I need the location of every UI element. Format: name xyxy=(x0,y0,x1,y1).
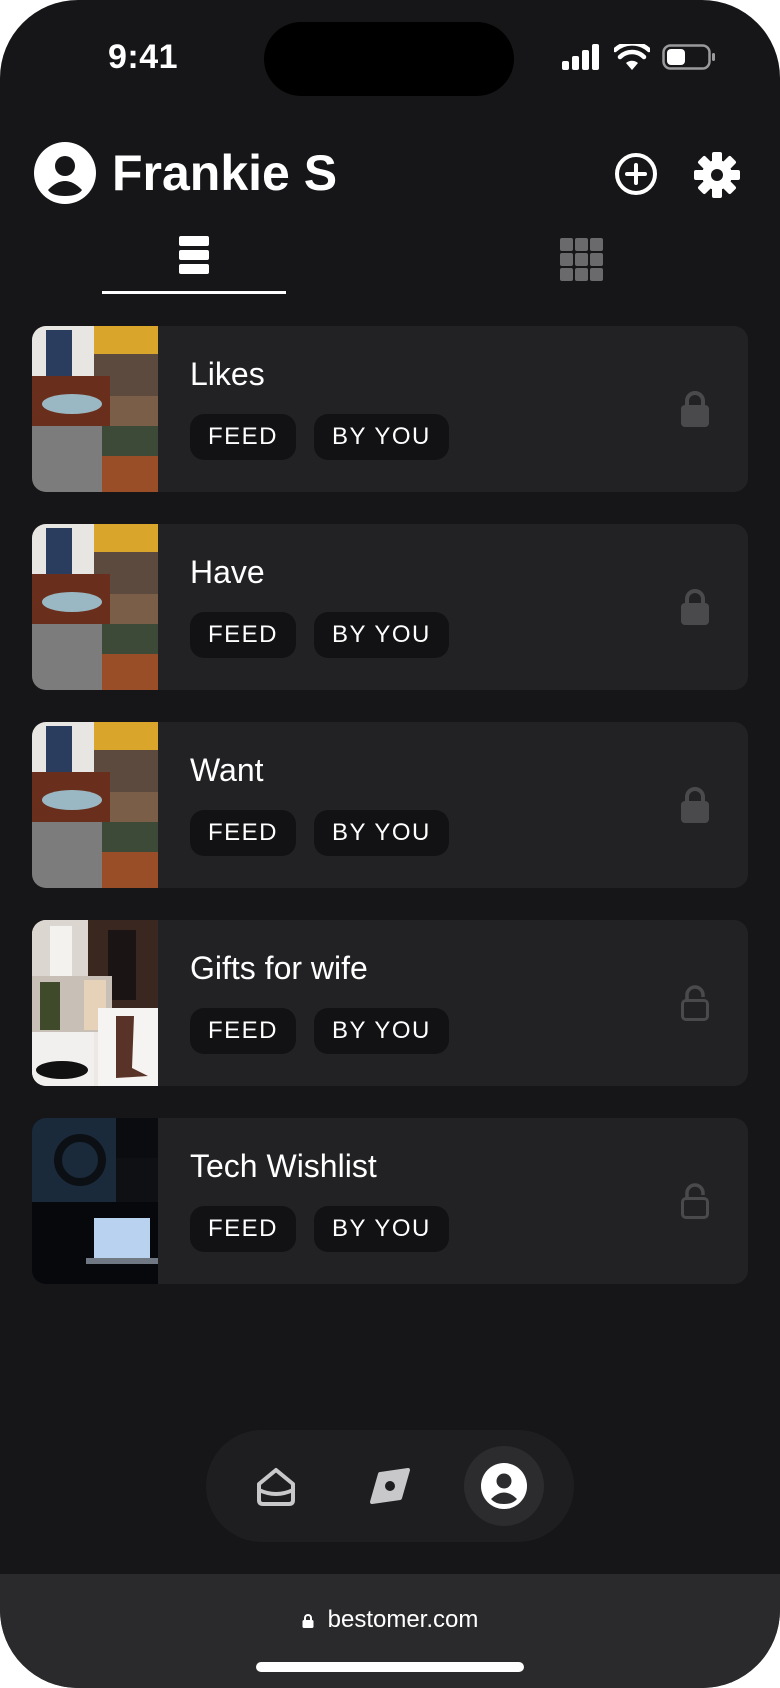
list-title: Tech Wishlist xyxy=(190,1148,377,1184)
status-icons xyxy=(562,44,716,70)
dynamic-island xyxy=(264,22,514,96)
lock-closed-icon[interactable] xyxy=(680,390,710,428)
tag-feed[interactable]: FEED xyxy=(190,414,297,460)
settings-gear-icon[interactable] xyxy=(694,152,740,198)
list-tags: FEED BY YOU xyxy=(190,1206,449,1252)
active-tab-indicator xyxy=(102,291,286,294)
lock-closed-icon[interactable] xyxy=(680,588,710,626)
list-tags: FEED BY YOU xyxy=(190,1008,449,1054)
tag-by-you[interactable]: BY YOU xyxy=(314,414,449,460)
list-title: Want xyxy=(190,752,264,788)
collage-thumbnail xyxy=(32,326,158,492)
home-icon[interactable] xyxy=(254,1464,298,1508)
tag-by-you[interactable]: BY YOU xyxy=(314,810,449,856)
collage-thumbnail xyxy=(32,524,158,690)
url-display: bestomer.com xyxy=(0,1606,780,1634)
secure-lock-icon xyxy=(302,1614,314,1628)
list-tags: FEED BY YOU xyxy=(190,810,449,856)
wifi-icon xyxy=(614,44,650,70)
tag-by-you[interactable]: BY YOU xyxy=(314,1206,449,1252)
status-time: 9:41 xyxy=(108,38,179,76)
avatar[interactable] xyxy=(34,142,96,204)
collage-thumbnail xyxy=(32,1118,158,1284)
signal-icon xyxy=(562,44,599,70)
lock-open-icon[interactable] xyxy=(680,984,710,1022)
list-title: Gifts for wife xyxy=(190,950,368,986)
lock-open-icon[interactable] xyxy=(680,1182,710,1220)
add-list-icon[interactable] xyxy=(614,152,658,196)
list-view-icon xyxy=(179,236,209,274)
list-title: Likes xyxy=(190,356,265,392)
bottom-nav xyxy=(206,1430,574,1542)
list-card-want[interactable]: Want FEED BY YOU xyxy=(32,722,748,888)
tag-feed[interactable]: FEED xyxy=(190,1008,297,1054)
list-card-gifts-for-wife[interactable]: Gifts for wife FEED BY YOU xyxy=(32,920,748,1086)
collage-thumbnail xyxy=(32,722,158,888)
tag-feed[interactable]: FEED xyxy=(190,1206,297,1252)
tag-by-you[interactable]: BY YOU xyxy=(314,1008,449,1054)
tag-feed[interactable]: FEED xyxy=(190,612,297,658)
phone-screen: 9:41 Frankie S Likes FEED BY YOU Have FE… xyxy=(0,0,780,1688)
username: Frankie S xyxy=(112,145,338,201)
url-text: bestomer.com xyxy=(327,1606,479,1633)
list-tags: FEED BY YOU xyxy=(190,612,449,658)
battery-icon xyxy=(662,44,715,70)
home-indicator xyxy=(256,1662,524,1672)
explore-icon[interactable] xyxy=(368,1464,412,1508)
tag-by-you[interactable]: BY YOU xyxy=(314,612,449,658)
grid-view-icon[interactable] xyxy=(560,238,604,282)
list-title: Have xyxy=(190,554,265,590)
list-card-likes[interactable]: Likes FEED BY YOU xyxy=(32,326,748,492)
list-tags: FEED BY YOU xyxy=(190,414,449,460)
lock-closed-icon[interactable] xyxy=(680,786,710,824)
tab-list-view[interactable] xyxy=(102,236,286,294)
tag-feed[interactable]: FEED xyxy=(190,810,297,856)
list-card-tech-wishlist[interactable]: Tech Wishlist FEED BY YOU xyxy=(32,1118,748,1284)
list-card-have[interactable]: Have FEED BY YOU xyxy=(32,524,748,690)
collage-thumbnail xyxy=(32,920,158,1086)
profile-icon[interactable] xyxy=(480,1462,528,1510)
